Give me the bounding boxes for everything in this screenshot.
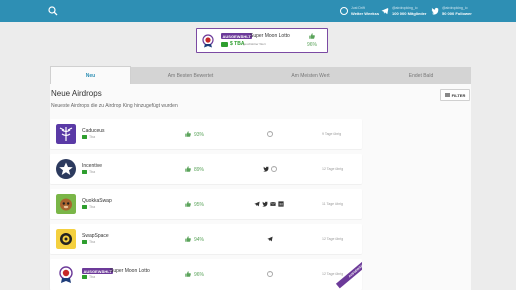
stat-twitter-big: 50 000 Follower [442,10,472,16]
token-icon [82,240,87,244]
caduceus-logo [56,124,76,144]
social-links [267,236,273,242]
airdrop-name[interactable]: Incentive [82,163,102,169]
airdrop-token-value: Tba [89,275,96,279]
featured-title: Super Moon Lotto [250,33,290,39]
airdrop-token-value: Tba [89,135,96,139]
airdrop-rating: 96% [194,272,205,278]
airdrop-token-value: Tba [89,240,96,244]
airdrop-row[interactable]: QuokkaSwap Tba 95% M 11 Tage übrig [50,189,362,219]
social-links [267,270,274,277]
thumbs-up-icon [185,236,191,242]
super-moon-lotto-logo [56,264,76,284]
thumbs-up-icon [185,201,191,207]
airdrop-rating: 94% [194,237,205,243]
airdrop-rating: 93% [194,132,205,138]
page-title: Neue Airdrops [51,89,102,98]
stat-telegram-big: 100 000 Mitglieder [392,10,427,16]
thumbs-up-icon [185,166,191,172]
search-icon[interactable] [48,6,58,16]
token-icon [221,42,228,47]
airdrop-days-left: 9 Tage übrig [322,132,342,136]
thumbs-up-icon [185,131,191,137]
thumbs-up-icon [309,33,315,39]
page-subtitle: Neueste Airdrops die zu Airdrop King hin… [51,103,178,109]
airdrop-row[interactable]: Incentive Tba 89% 12 Tage übrig [50,154,362,184]
token-icon [82,205,87,209]
featured-airdrop-card[interactable]: AUSGEWÄHLT Super Moon Lotto $ TBA geschä… [196,28,328,53]
airdrop-rating: 95% [194,202,205,208]
twitter-icon[interactable] [263,166,269,172]
social-links [267,130,274,137]
svg-text:M: M [279,203,282,207]
top-bar: Just Drift Weiter Weekss @airdropking_io… [0,0,516,22]
airdrop-name[interactable]: QuokkaSwap [82,198,112,204]
airdrop-token: Tba [82,205,95,209]
quokkaswap-logo [56,194,76,214]
featured-badge: AUSGEWÄHLT [82,268,114,274]
swapspace-logo [56,229,76,249]
airdrop-name[interactable]: Caduceus [82,128,105,134]
featured-estimate-label: geschätzter Wert [243,42,266,46]
thumbs-up-icon [185,271,191,277]
more-icon[interactable] [271,165,278,172]
filter-label: FILTER [451,92,466,98]
stat-drift[interactable]: Just Drift Weiter Weekss [340,4,379,18]
stat-twitter[interactable]: @airdropking_io 50 000 Follower [431,4,472,18]
social-links [263,165,278,172]
more-icon[interactable] [267,130,274,137]
stat-telegram[interactable]: @airdropking_io 100 000 Mitglieder [381,4,426,18]
airdrop-days-left: 12 Tage übrig [322,167,344,171]
token-icon [82,170,87,174]
airdrop-token-value: Tba [89,205,96,209]
airdrop-rating: 89% [194,167,205,173]
tab-ending-soon[interactable]: Endet Bald [371,67,471,84]
more-icon[interactable] [267,270,274,277]
featured-badge: AUSGEWÄHLT [221,33,253,39]
social-links: M [254,201,284,207]
featured-rating: 96% [307,42,318,48]
medium-icon[interactable]: M [278,201,284,207]
airdrop-row[interactable]: SwapSpace Tba 94% 12 Tage übrig [50,224,362,254]
airdrop-row[interactable]: AUSGEWÄHLT Super Moon Lotto Tba 96% 12 T… [50,259,362,290]
tab-most-valuable[interactable]: Am Meisten Wert [250,67,371,84]
airdrop-name[interactable]: SwapSpace [82,233,109,239]
user-icon [340,7,348,15]
airdrop-token: Tba [82,170,95,174]
telegram-icon[interactable] [267,236,273,242]
airdrop-days-left: 12 Tage übrig [322,272,344,276]
tab-new[interactable]: Neu [50,66,131,84]
super-moon-lotto-logo [202,34,214,48]
airdrop-name[interactable]: Super Moon Lotto [110,268,150,274]
airdrop-days-left: 11 Tage übrig [322,202,343,206]
airdrop-token: Tba [82,135,95,139]
incentive-logo [56,159,76,179]
filter-icon [444,93,450,97]
tab-top-rated[interactable]: Am Besten Bewertet [131,67,250,84]
twitter-icon[interactable] [262,201,268,207]
token-icon [82,275,87,279]
airdrop-row[interactable]: Caduceus Tba 93% 9 Tage übrig [50,119,362,149]
airdrop-days-left: 12 Tage übrig [322,237,344,241]
airdrop-token: Tba [82,240,95,244]
twitter-icon [431,7,439,15]
filter-button[interactable]: FILTER [440,89,470,101]
telegram-icon [381,7,389,15]
telegram-icon[interactable] [254,201,260,207]
stat-drift-big: Weiter Weekss [351,10,380,16]
token-icon [82,135,87,139]
email-icon[interactable] [270,201,276,207]
airdrop-token-value: Tba [89,170,96,174]
airdrop-token: Tba [82,275,95,279]
